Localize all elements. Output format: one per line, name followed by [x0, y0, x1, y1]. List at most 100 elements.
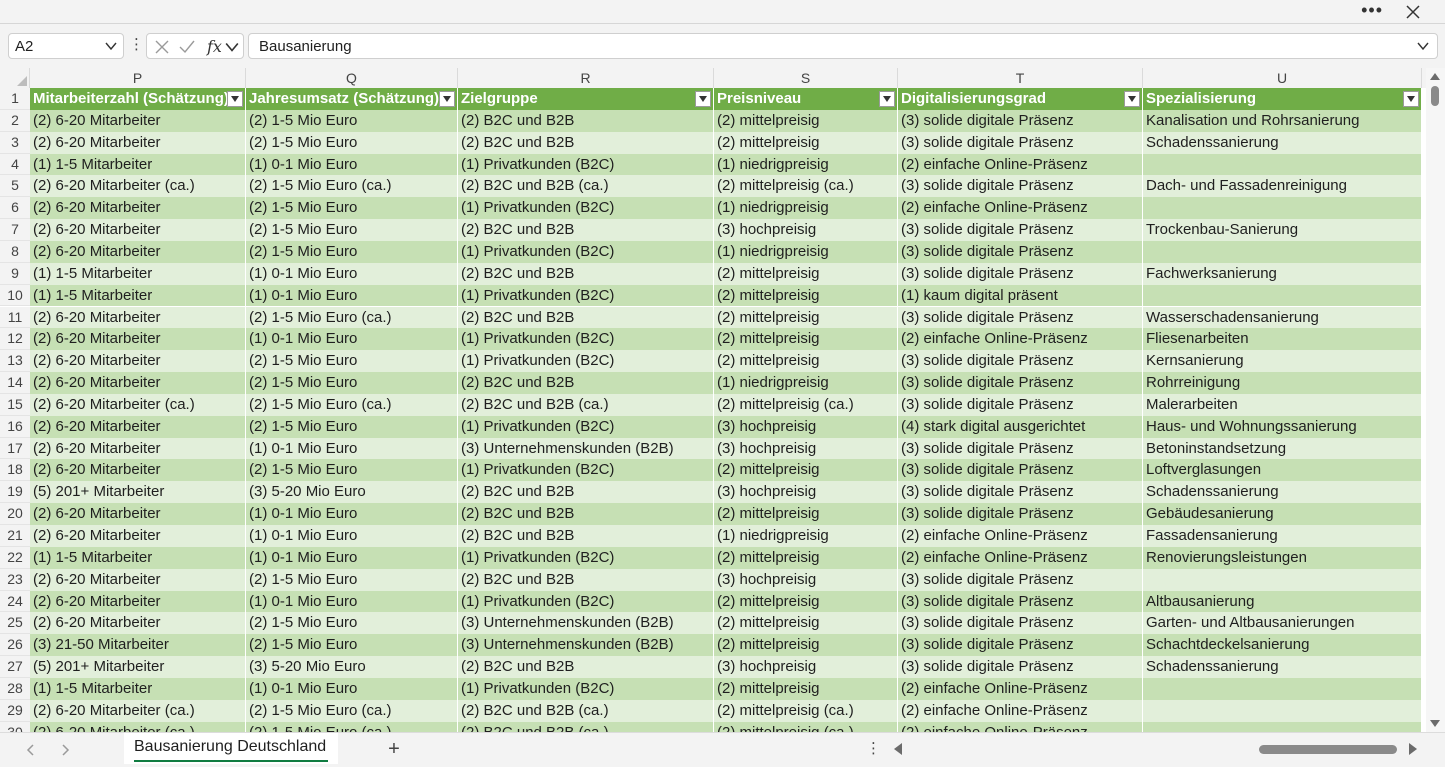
table-cell[interactable]: (1) 1-5 Mitarbeiter — [30, 546, 246, 569]
table-cell[interactable]: (3) solide digitale Präsenz — [898, 306, 1143, 329]
table-cell[interactable]: (2) 6-20 Mitarbeiter — [30, 219, 246, 241]
row-number[interactable]: 16 — [0, 415, 30, 438]
scroll-down-icon[interactable] — [1430, 720, 1440, 728]
table-cell[interactable]: (2) 1-5 Mio Euro (ca.) — [246, 699, 458, 722]
row-number[interactable]: 8 — [0, 240, 30, 263]
formula-input[interactable]: Bausanierung — [248, 33, 1438, 59]
table-cell[interactable]: (1) Privatkunden (B2C) — [458, 459, 714, 482]
table-cell[interactable]: (5) 201+ Mitarbeiter — [30, 656, 246, 678]
table-cell[interactable]: (1) Privatkunden (B2C) — [458, 677, 714, 700]
table-cell[interactable]: (2) einfache Online-Präsenz — [898, 677, 1143, 700]
table-cell[interactable]: (2) 6-20 Mitarbeiter — [30, 240, 246, 263]
table-cell[interactable]: (2) 6-20 Mitarbeiter (ca.) — [30, 393, 246, 416]
row-number[interactable]: 11 — [0, 306, 30, 329]
vertical-dots-icon[interactable]: ⋮ — [129, 37, 144, 53]
table-cell[interactable]: (2) B2C und B2B (ca.) — [458, 175, 714, 198]
table-cell[interactable]: Schachtdeckelsanierung — [1143, 634, 1422, 657]
table-cell[interactable]: Garten- und Altbausanierungen — [1143, 612, 1422, 635]
table-cell[interactable]: (2) mittelpreisig — [714, 677, 898, 700]
table-cell[interactable]: (2) 6-20 Mitarbeiter — [30, 525, 246, 547]
table-cell[interactable]: (2) B2C und B2B — [458, 525, 714, 547]
row-number[interactable]: 12 — [0, 328, 30, 351]
table-cell[interactable]: (1) Privatkunden (B2C) — [458, 590, 714, 613]
table-cell[interactable]: (3) Unternehmenskunden (B2B) — [458, 612, 714, 635]
row-number[interactable]: 30 — [0, 721, 30, 732]
table-cell[interactable]: (5) 201+ Mitarbeiter — [30, 481, 246, 504]
table-cell[interactable]: (2) 6-20 Mitarbeiter — [30, 328, 246, 351]
table-cell[interactable]: (2) 6-20 Mitarbeiter — [30, 197, 246, 220]
more-options-icon[interactable]: ••• — [1361, 1, 1383, 19]
table-cell[interactable]: (2) mittelpreisig — [714, 284, 898, 307]
name-box[interactable]: A2 — [8, 33, 124, 59]
table-cell[interactable]: Dach- und Fassadenreinigung — [1143, 175, 1422, 198]
row-number[interactable]: 13 — [0, 350, 30, 373]
table-cell[interactable]: (2) 1-5 Mio Euro (ca.) — [246, 393, 458, 416]
table-cell[interactable]: (2) 1-5 Mio Euro — [246, 459, 458, 482]
chevron-down-icon[interactable] — [225, 40, 239, 54]
table-cell[interactable]: (2) einfache Online-Präsenz — [898, 328, 1143, 351]
table-cell[interactable]: (1) 0-1 Mio Euro — [246, 546, 458, 569]
table-cell[interactable]: (2) mittelpreisig — [714, 350, 898, 373]
table-cell[interactable]: Fachwerksanierung — [1143, 262, 1422, 285]
table-cell[interactable]: (1) kaum digital präsent — [898, 284, 1143, 307]
table-cell[interactable]: (1) 0-1 Mio Euro — [246, 677, 458, 700]
table-cell[interactable]: (3) hochpreisig — [714, 437, 898, 460]
table-cell[interactable]: Gebäudesanierung — [1143, 503, 1422, 525]
table-cell[interactable]: (3) Unternehmenskunden (B2B) — [458, 634, 714, 657]
table-cell[interactable]: (1) 0-1 Mio Euro — [246, 503, 458, 525]
table-cell[interactable]: (2) 1-5 Mio Euro — [246, 219, 458, 241]
table-cell[interactable]: Schadenssanierung — [1143, 481, 1422, 504]
table-cell[interactable]: (3) Unternehmenskunden (B2B) — [458, 437, 714, 460]
table-cell[interactable]: (1) niedrigpreisig — [714, 197, 898, 220]
table-cell[interactable]: (1) niedrigpreisig — [714, 525, 898, 547]
table-cell[interactable]: (2) 6-20 Mitarbeiter — [30, 459, 246, 482]
close-icon[interactable] — [1405, 0, 1425, 22]
table-cell[interactable]: (2) 6-20 Mitarbeiter — [30, 437, 246, 460]
table-cell[interactable]: (2) B2C und B2B — [458, 306, 714, 329]
table-cell[interactable]: (3) hochpreisig — [714, 656, 898, 678]
row-number[interactable]: 29 — [0, 699, 30, 722]
table-cell[interactable]: Altbausanierung — [1143, 590, 1422, 613]
table-cell[interactable]: (3) solide digitale Präsenz — [898, 175, 1143, 198]
table-cell[interactable]: (2) B2C und B2B — [458, 262, 714, 285]
table-cell[interactable]: (2) B2C und B2B — [458, 219, 714, 241]
scroll-right-icon[interactable] — [1408, 743, 1418, 755]
row-number[interactable]: 14 — [0, 372, 30, 394]
table-cell[interactable]: (3) solide digitale Präsenz — [898, 219, 1143, 241]
table-cell[interactable]: (2) mittelpreisig — [714, 328, 898, 351]
row-number[interactable]: 7 — [0, 219, 30, 241]
table-cell[interactable]: (3) solide digitale Präsenz — [898, 350, 1143, 373]
row-number[interactable]: 3 — [0, 131, 30, 154]
table-cell[interactable]: (2) 6-20 Mitarbeiter — [30, 131, 246, 154]
column-header-q[interactable]: Q — [246, 68, 458, 88]
cancel-icon[interactable] — [153, 38, 171, 56]
table-cell[interactable]: (3) hochpreisig — [714, 219, 898, 241]
previous-sheet-icon[interactable] — [24, 743, 38, 757]
table-cell[interactable]: (2) 1-5 Mio Euro — [246, 350, 458, 373]
table-cell[interactable]: (2) 6-20 Mitarbeiter — [30, 109, 246, 132]
table-cell[interactable]: (2) mittelpreisig (ca.) — [714, 175, 898, 198]
table-cell[interactable]: Haus- und Wohnungssanierung — [1143, 415, 1422, 438]
table-cell[interactable]: (2) 1-5 Mio Euro — [246, 568, 458, 591]
row-number[interactable]: 24 — [0, 590, 30, 613]
table-cell[interactable]: (2) 6-20 Mitarbeiter — [30, 568, 246, 591]
row-number[interactable]: 27 — [0, 656, 30, 678]
column-header-r[interactable]: R — [458, 68, 714, 88]
vertical-scroll-thumb[interactable] — [1431, 86, 1439, 106]
expand-formula-bar-icon[interactable] — [1417, 40, 1429, 52]
column-header-t[interactable]: T — [898, 68, 1143, 88]
row-number[interactable]: 5 — [0, 175, 30, 198]
column-header-p[interactable]: P — [30, 68, 246, 88]
row-number[interactable]: 18 — [0, 459, 30, 482]
filter-dropdown-icon[interactable] — [439, 91, 455, 107]
table-cell[interactable]: (3) solide digitale Präsenz — [898, 634, 1143, 657]
table-cell[interactable]: (2) 6-20 Mitarbeiter (ca.) — [30, 721, 246, 732]
vertical-dots-icon[interactable]: ⋮ — [866, 741, 881, 757]
row-number[interactable]: 1 — [0, 88, 30, 110]
table-cell[interactable]: (2) mittelpreisig — [714, 634, 898, 657]
row-number[interactable]: 19 — [0, 481, 30, 504]
column-header-u[interactable]: U — [1143, 68, 1422, 88]
horizontal-scroll-thumb[interactable] — [1259, 745, 1397, 754]
check-icon[interactable] — [178, 38, 196, 56]
next-sheet-icon[interactable] — [58, 743, 72, 757]
